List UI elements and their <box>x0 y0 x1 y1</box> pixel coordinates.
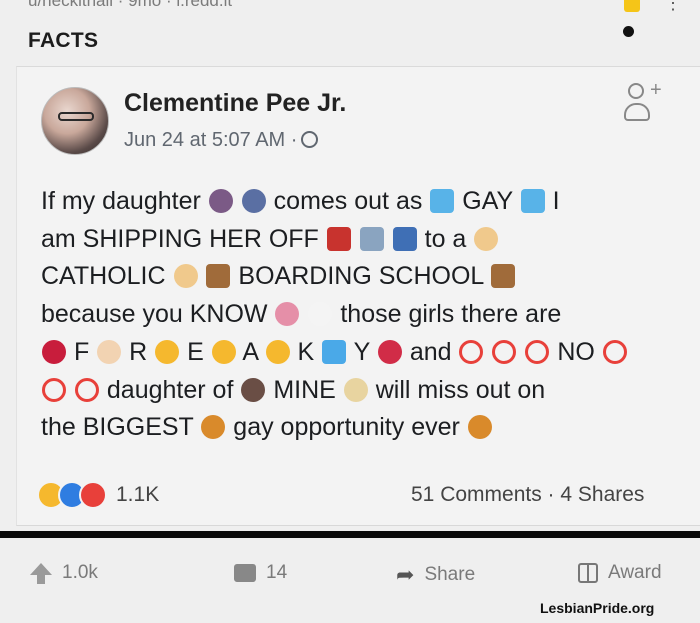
fingers-emoji-icon <box>97 339 122 364</box>
post-text-segment: A <box>242 337 258 366</box>
award-button[interactable]: Award <box>578 562 662 584</box>
author-name: Clementine Pee Jr. <box>124 89 347 117</box>
watermark: LesbianPride.org <box>540 600 655 616</box>
weary-emoji-icon <box>211 339 236 364</box>
train-emoji-icon <box>326 226 351 251</box>
no-emoji-icon <box>42 377 66 402</box>
subreddit-meta[interactable]: u/neckithall · 9mo · i.redd.it <box>28 0 232 11</box>
no-emoji-icon <box>74 377 99 402</box>
post-text-segment: to a <box>424 224 467 253</box>
eyes-emoji-icon <box>308 302 333 327</box>
brain-emoji-icon <box>275 302 300 327</box>
post-text-segment: MINE <box>273 375 336 404</box>
post-text-segment: and <box>409 337 452 366</box>
angel-emoji-icon <box>173 264 198 289</box>
rainbow-emoji-icon <box>430 189 455 213</box>
post-text-segment: GAY <box>462 187 513 215</box>
top-bar: u/neckithall · 9mo · i.redd.it ⋮ <box>0 0 700 14</box>
comment-icon <box>234 564 256 582</box>
more-options-icon[interactable]: ⋮ <box>664 0 682 12</box>
avatar <box>41 87 109 155</box>
post-text-segment: K <box>297 337 315 366</box>
drops-emoji-icon <box>322 339 347 364</box>
indicator-dot <box>623 26 634 37</box>
love-reaction-icon <box>79 481 107 509</box>
scream-emoji-icon <box>343 377 368 402</box>
church-emoji-icon <box>491 264 516 289</box>
post-meta: Jun 24 at 5:07 AM · <box>124 129 319 152</box>
no-emoji-icon <box>602 339 627 364</box>
mailbox-emoji-icon <box>392 226 417 251</box>
woman2-emoji-icon <box>241 377 266 402</box>
post-text-segment: If my daughter <box>41 187 201 215</box>
no-emoji-icon <box>459 339 484 364</box>
no-emoji-icon <box>492 339 517 364</box>
post-flair[interactable]: FACTS <box>28 29 98 53</box>
lips-emoji-icon <box>377 339 402 364</box>
post-line: If my daughter comes out as GAY I <box>41 183 671 221</box>
comments-button[interactable]: 14 <box>234 562 287 584</box>
couple-emoji-icon <box>467 415 492 440</box>
woman-emoji-icon <box>241 189 266 213</box>
post-body: If my daughter comes out as GAY I am SHI… <box>41 183 671 447</box>
share-icon: ➦ <box>396 562 415 587</box>
add-friend-icon: + <box>624 79 664 125</box>
post-text-segment: Y <box>353 337 370 366</box>
post-text-segment: will miss out on <box>375 375 546 404</box>
post-text-segment: because you KNOW <box>41 300 268 329</box>
post-timestamp: Jun 24 at 5:07 AM · <box>124 129 298 151</box>
upvote-button[interactable]: 1.0k <box>30 562 98 584</box>
post-line: because you KNOW those girls there are <box>41 296 671 334</box>
no-emoji-icon <box>525 339 550 364</box>
share-button[interactable]: ➦ Share <box>396 562 475 588</box>
post-text-segment: gay opportunity ever <box>233 413 460 442</box>
post-text-segment: am SHIPPING HER OFF <box>41 224 319 253</box>
post-line: F R E A K Y and NO <box>41 334 671 372</box>
post-text-segment: CATHOLIC <box>41 262 166 291</box>
comment-count: 14 <box>266 562 288 583</box>
embedded-post-image: Clementine Pee Jr. Jun 24 at 5:07 AM · +… <box>16 66 700 526</box>
award-label: Award <box>608 562 662 583</box>
post-line: am SHIPPING HER OFF to a <box>41 221 671 259</box>
upvote-count: 1.0k <box>62 562 98 583</box>
couple-emoji-icon <box>201 415 226 440</box>
post-line: daughter of MINE will miss out on <box>41 372 671 410</box>
girl-emoji-icon <box>208 189 233 213</box>
shock-emoji-icon <box>155 339 180 364</box>
plane-emoji-icon <box>359 226 384 251</box>
post-line: CATHOLIC BOARDING SCHOOL <box>41 258 671 296</box>
post-line: the BIGGEST gay opportunity ever <box>41 409 671 447</box>
post-text-segment: R <box>129 337 148 366</box>
globe-icon <box>301 131 319 148</box>
comments-shares: 51 Comments · 4 Shares <box>411 483 645 506</box>
post-text-segment: E <box>187 337 204 366</box>
post-text-segment: the BIGGEST <box>41 413 194 442</box>
upvote-icon <box>30 563 52 584</box>
post-text-segment: F <box>73 337 90 366</box>
tongue-emoji-icon <box>42 339 66 364</box>
reaction-summary: 1.1K <box>37 481 159 509</box>
post-text-segment: NO <box>557 337 595 366</box>
gift-icon <box>578 563 598 583</box>
divider <box>0 531 700 538</box>
post-text-segment: daughter of <box>106 375 234 404</box>
reaction-count: 1.1K <box>116 483 160 506</box>
share-label: Share <box>424 564 476 585</box>
post-text-segment: those girls there are <box>340 300 562 329</box>
post-action-bar: 1.0k 14 ➦ Share Award <box>0 552 700 596</box>
award-badge-icon <box>624 0 640 12</box>
post-text-segment: I <box>552 187 560 215</box>
hearteyes-emoji-icon <box>265 339 290 364</box>
post-text-segment: BOARDING SCHOOL <box>238 262 484 291</box>
rainbow-emoji-icon <box>520 189 545 213</box>
church-emoji-icon <box>206 264 231 289</box>
post-text-segment: comes out as <box>273 187 423 215</box>
angel-emoji-icon <box>474 226 499 251</box>
